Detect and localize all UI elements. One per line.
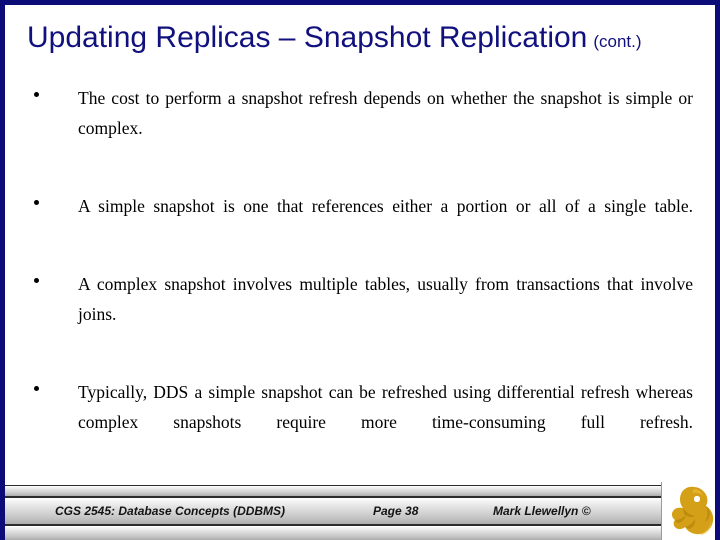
bullet-dot-icon: [34, 386, 39, 391]
ucf-pegasus-logo: [661, 482, 715, 540]
bullet-item: Typically, DDS a simple snapshot can be …: [5, 377, 711, 467]
bullet-item: A simple snapshot is one that references…: [5, 191, 711, 251]
bullet-text: The cost to perform a snapshot refresh d…: [78, 88, 693, 138]
presentation-slide: Updating Replicas – Snapshot Replication…: [0, 0, 720, 540]
footer-bar-bottom: [5, 525, 715, 540]
bullet-item: The cost to perform a snapshot refresh d…: [5, 83, 711, 173]
slide-title-area: Updating Replicas – Snapshot Replication…: [5, 17, 715, 63]
footer-bar-top: [5, 485, 715, 497]
footer-course-label: CGS 2545: Database Concepts (DDBMS): [55, 504, 286, 518]
bullet-item: A complex snapshot involves multiple tab…: [5, 269, 711, 359]
bullet-dot-icon: [34, 278, 39, 283]
slide-footer: CGS 2545: Database Concepts (DDBMS) Page…: [5, 482, 715, 540]
bullet-dot-icon: [34, 92, 39, 97]
footer-text-row: CGS 2545: Database Concepts (DDBMS) Page…: [5, 497, 665, 525]
slide-body: The cost to perform a snapshot refresh d…: [5, 83, 711, 473]
title-continuation-label: (cont.): [593, 32, 642, 51]
page-title: Updating Replicas – Snapshot Replication: [27, 21, 588, 54]
bullet-dot-icon: [34, 200, 39, 205]
bullet-text: Typically, DDS a simple snapshot can be …: [78, 382, 693, 432]
bullet-text: A simple snapshot is one that references…: [78, 196, 693, 216]
footer-author-label: Mark Llewellyn ©: [493, 504, 591, 518]
pegasus-icon: [671, 486, 714, 535]
bullet-text: A complex snapshot involves multiple tab…: [78, 274, 693, 324]
footer-page-number: Page 38: [373, 504, 419, 518]
